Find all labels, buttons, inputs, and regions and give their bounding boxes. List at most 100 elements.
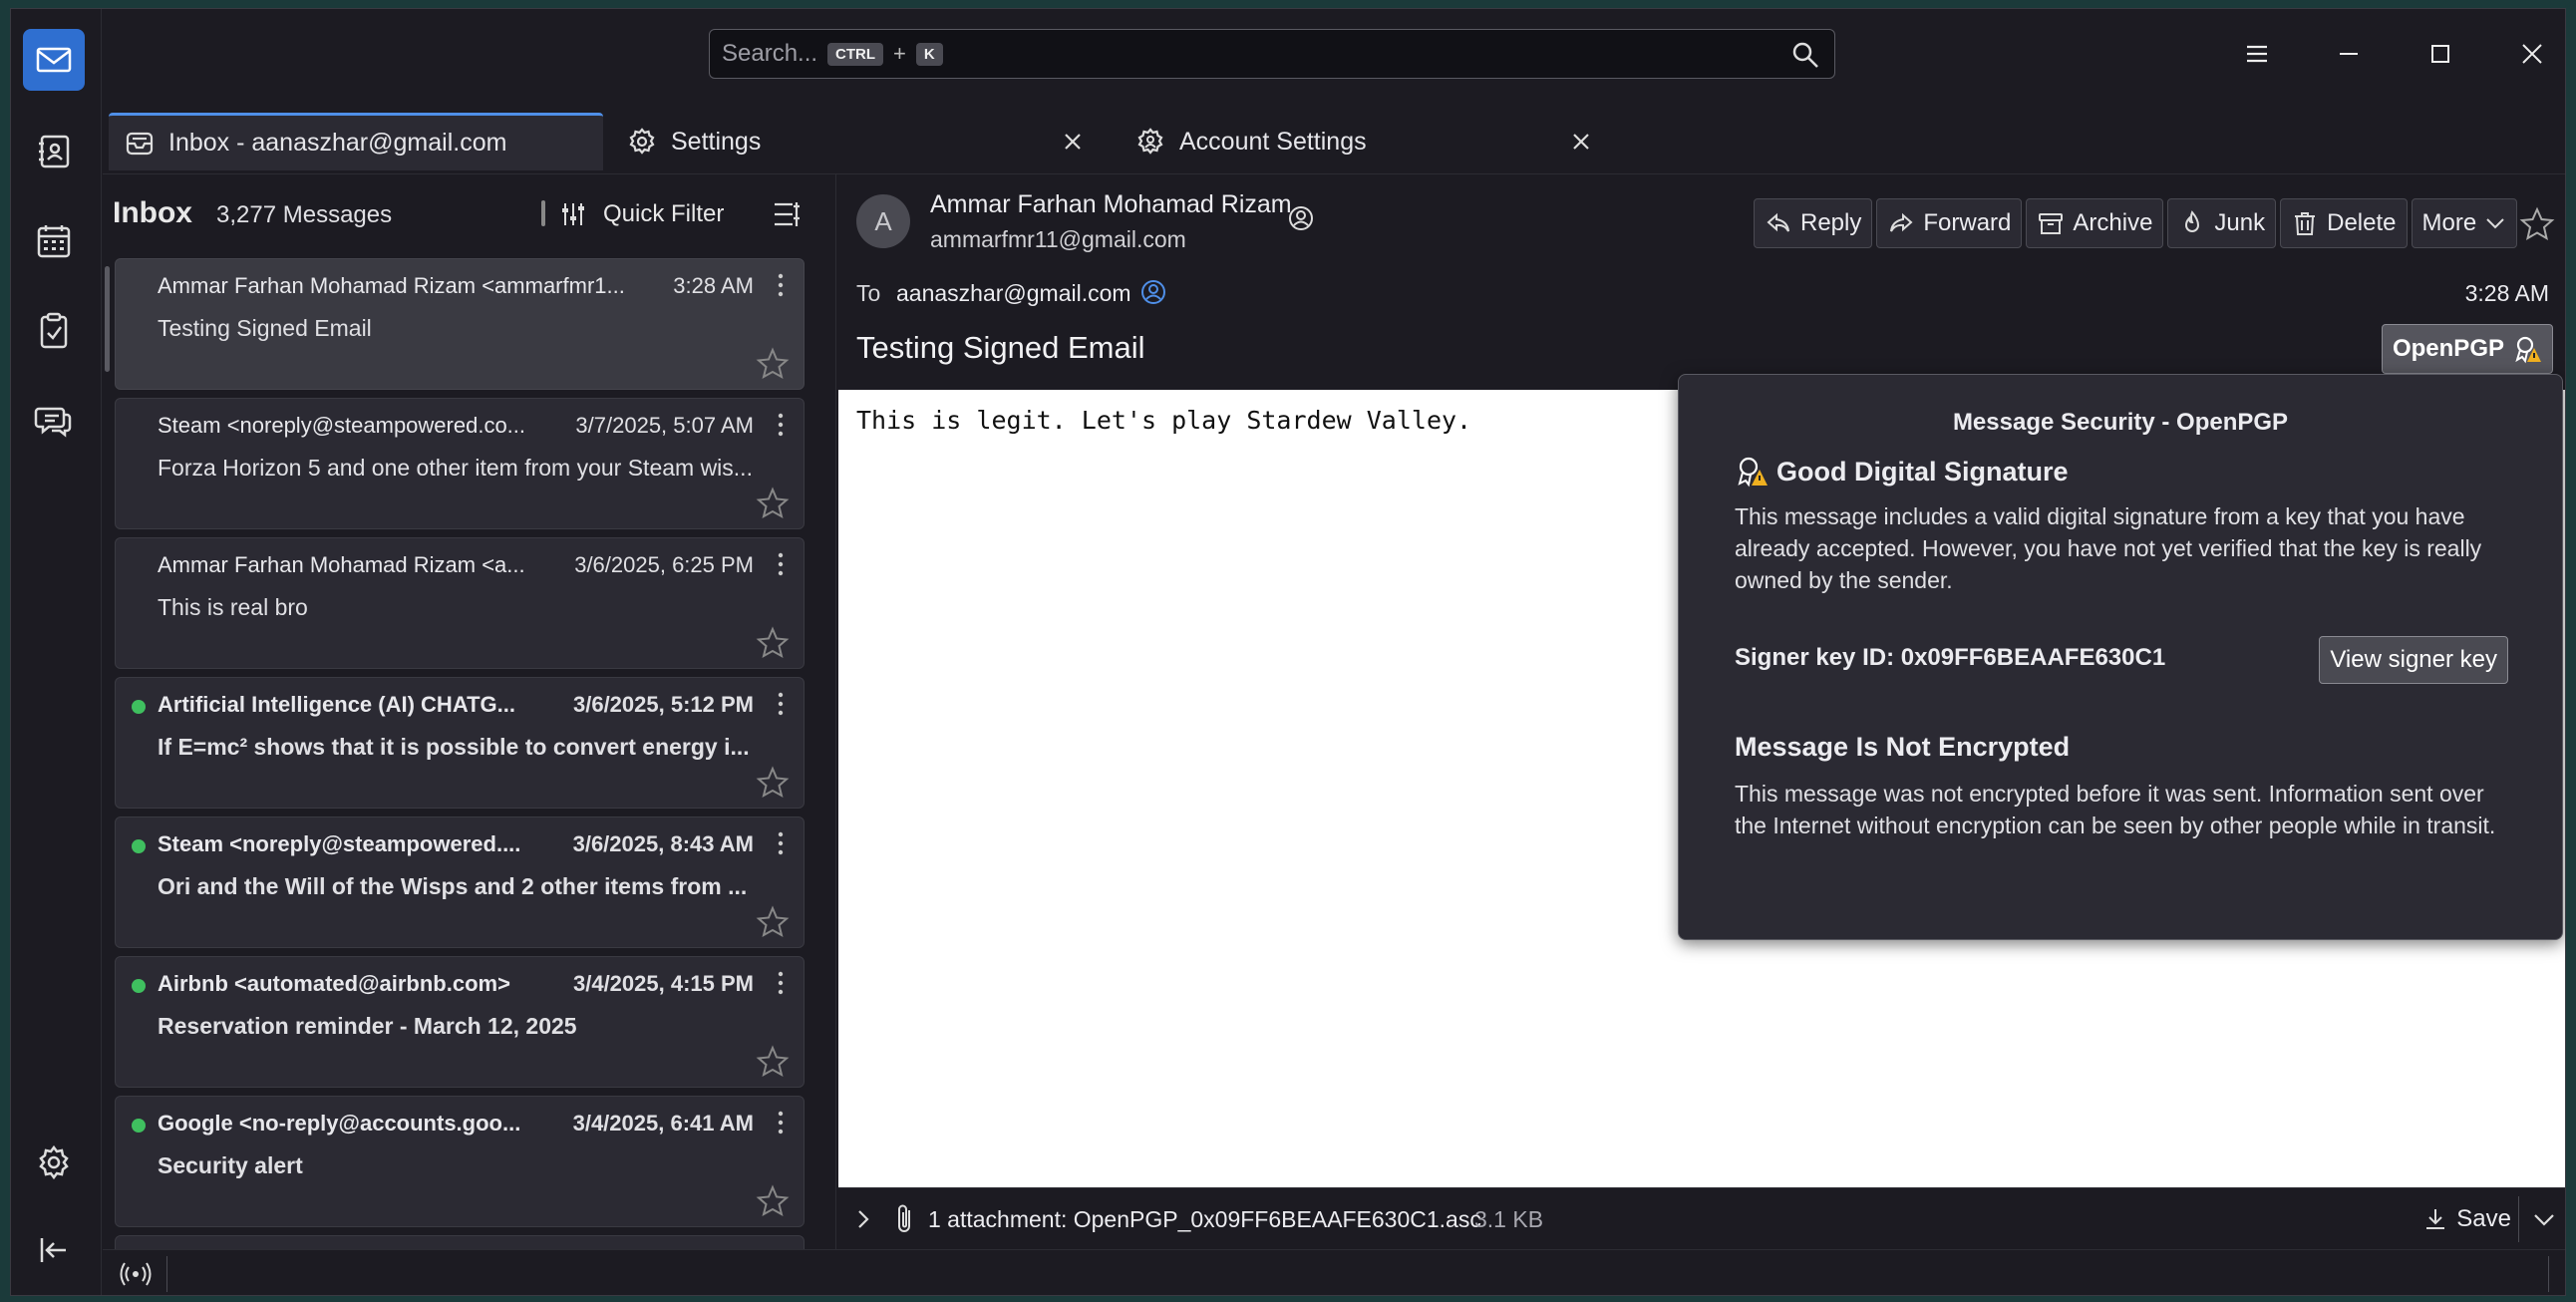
avatar: A [856, 194, 910, 248]
message-list-pane: Inbox 3,277 Messages Quick Filter Ammar … [103, 174, 836, 1249]
maximize-button[interactable] [2415, 29, 2465, 79]
star-icon[interactable] [756, 347, 790, 381]
star-icon[interactable] [756, 626, 790, 660]
reply-label: Reply [1800, 209, 1862, 236]
tab-inbox[interactable]: Inbox - aanaszhar@gmail.com [109, 113, 603, 170]
encryption-description: This message was not encrypted before it… [1735, 781, 2496, 838]
search-input[interactable]: Search... CTRL + K [709, 29, 1835, 79]
calendar-button[interactable] [23, 210, 85, 272]
gear-icon [39, 1144, 69, 1180]
settings-space-button[interactable] [23, 1132, 85, 1193]
message-subject: Reservation reminder - March 12, 2025 [158, 1013, 577, 1039]
chevron-right-icon[interactable] [850, 1206, 876, 1232]
close-window-button[interactable] [2507, 29, 2557, 79]
star-icon[interactable] [756, 766, 790, 800]
quick-filter-button[interactable]: Quick Filter [559, 194, 724, 234]
add-contact-icon[interactable] [1287, 204, 1315, 232]
star-icon[interactable] [756, 1184, 790, 1218]
kebab-menu-icon[interactable] [772, 550, 790, 578]
forward-icon [1890, 212, 1913, 232]
star-icon[interactable] [756, 1045, 790, 1079]
delete-label: Delete [2327, 209, 2397, 236]
status-divider [166, 1256, 167, 1292]
gear-icon [629, 128, 655, 155]
calendar-icon [37, 225, 71, 258]
archive-button[interactable]: Archive [2026, 198, 2164, 248]
message-card[interactable]: Ammar Farhan Mohamad Rizam <a... 3/6/2025… [115, 537, 805, 669]
forward-button[interactable]: Forward [1876, 198, 2023, 248]
message-sender: Ammar Farhan Mohamad Rizam <ammarfmr1... [158, 273, 625, 298]
mail-space-button[interactable] [23, 29, 85, 91]
message-card[interactable]: Airbnb <automated@airbnb.com> 3/4/2025, 4… [115, 956, 805, 1088]
message-date: 3/6/2025, 8:43 AM [572, 831, 754, 856]
recipient-email[interactable]: aanaszhar@gmail.com [896, 280, 1131, 307]
unread-dot[interactable] [132, 700, 146, 714]
more-button[interactable]: More [2411, 198, 2518, 248]
openpgp-button[interactable]: OpenPGP [2381, 324, 2553, 374]
message-subject: Ori and the Will of the Wisps and 2 othe… [158, 873, 748, 899]
delete-button[interactable]: Delete [2280, 198, 2408, 248]
list-header: Inbox 3,277 Messages Quick Filter [103, 174, 835, 254]
contact-card-icon[interactable] [1139, 278, 1167, 306]
message-date: 3/6/2025, 5:12 PM [572, 692, 754, 717]
message-card[interactable]: Ammar Farhan Mohamad Rizam <ammarfmr1...… [115, 258, 805, 390]
kebab-menu-icon[interactable] [772, 969, 790, 997]
close-tab-icon[interactable] [1058, 127, 1088, 157]
hamburger-icon [2247, 45, 2267, 63]
signature-heading: Good Digital Signature [1735, 455, 2069, 488]
folder-title: Inbox [113, 196, 192, 229]
kebab-menu-icon[interactable] [772, 690, 790, 718]
search-icon[interactable] [1790, 40, 1820, 70]
kebab-menu-icon[interactable] [772, 1109, 790, 1137]
attachment-name[interactable]: 1 attachment: OpenPGP_0x09FF6BEAAFE630C1… [928, 1206, 1481, 1233]
collapse-left-icon [40, 1238, 66, 1262]
kebab-menu-icon[interactable] [772, 411, 790, 439]
message-card[interactable]: Google <no-reply@accounts.goo... 3/4/2025… [115, 1096, 805, 1227]
collapse-spaces-button[interactable] [23, 1219, 85, 1281]
quick-filter-divider [541, 200, 545, 226]
maximize-icon [2431, 45, 2449, 63]
close-tab-icon[interactable] [1566, 127, 1596, 157]
message-card[interactable]: Steam <noreply@steampowered.co... 3/7/202… [115, 398, 805, 529]
message-card[interactable]: Artificial Intelligence (AI) CHATG... 3/6… [115, 677, 805, 809]
unread-dot[interactable] [132, 839, 146, 853]
tab-account-settings[interactable]: Account Settings [1120, 113, 1620, 170]
account-settings-icon [1137, 128, 1163, 155]
star-icon[interactable] [756, 487, 790, 520]
sender-name[interactable]: Ammar Farhan Mohamad Rizam [930, 190, 1292, 219]
unread-dot[interactable] [132, 1119, 146, 1133]
star-icon[interactable] [2519, 206, 2555, 242]
message-body-text: This is legit. Let's play Stardew Valley… [856, 406, 1472, 435]
star-icon[interactable] [756, 905, 790, 939]
list-scrollbar[interactable] [105, 266, 110, 372]
message-subject: Testing Signed Email [158, 315, 372, 341]
chevron-down-icon[interactable] [2531, 1206, 2557, 1232]
minimize-button[interactable] [2324, 29, 2374, 79]
message-subject: Testing Signed Email [856, 330, 1145, 365]
openpgp-label: OpenPGP [2392, 335, 2504, 362]
list-display-options-icon[interactable] [771, 198, 803, 230]
tab-bar: Inbox - aanaszhar@gmail.com Settings Acc… [103, 105, 2565, 174]
reply-button[interactable]: Reply [1754, 198, 1873, 248]
address-book-button[interactable] [23, 121, 85, 182]
app-menu-button[interactable] [2232, 29, 2282, 79]
paperclip-icon [898, 1204, 910, 1232]
message-subject: Security alert [158, 1152, 303, 1178]
sender-email[interactable]: ammarfmr11@gmail.com [930, 226, 1186, 253]
kebab-menu-icon[interactable] [772, 829, 790, 857]
message-card[interactable]: Steam <noreply@steampowered.... 3/6/2025,… [115, 816, 805, 948]
tasks-button[interactable] [23, 300, 85, 362]
kebab-menu-icon[interactable] [772, 271, 790, 299]
attachment-bar: 1 attachment: OpenPGP_0x09FF6BEAAFE630C1… [838, 1187, 2565, 1249]
chat-button[interactable] [23, 390, 85, 452]
unread-dot[interactable] [132, 979, 146, 993]
junk-button[interactable]: Junk [2167, 198, 2277, 248]
message-card[interactable] [115, 1235, 805, 1249]
online-status-icon[interactable] [119, 1260, 153, 1288]
chevron-down-icon [2486, 218, 2504, 229]
save-attachment-button[interactable]: Save [2422, 1200, 2511, 1238]
tab-settings[interactable]: Settings [611, 113, 1112, 170]
view-signer-key-button[interactable]: View signer key [2319, 636, 2508, 684]
message-date: 3:28 AM [673, 273, 754, 298]
message-date: 3/4/2025, 4:15 PM [572, 971, 754, 996]
